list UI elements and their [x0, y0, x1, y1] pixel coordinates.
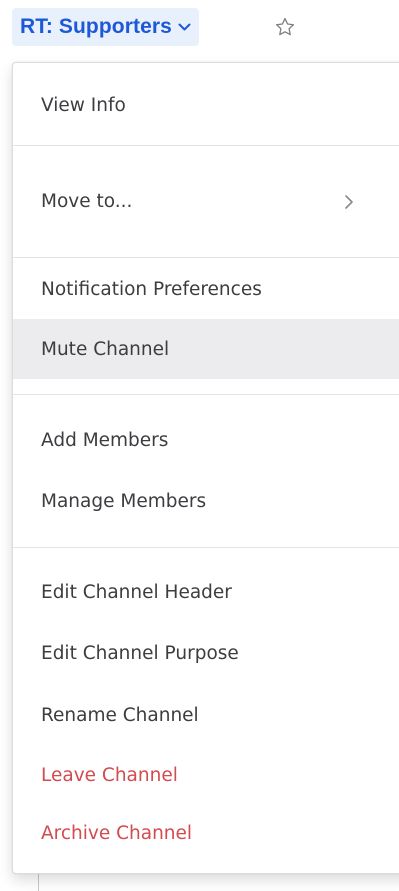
chevron-down-icon: [178, 23, 191, 31]
chevron-right-icon: [343, 193, 355, 211]
menu-item-add-members[interactable]: Add Members: [13, 410, 399, 470]
menu-item-label: Edit Channel Purpose: [41, 642, 239, 664]
menu-divider: [13, 145, 399, 146]
channel-name: RT: Supporters: [20, 15, 172, 38]
menu-item-label: Move to...: [41, 190, 133, 212]
menu-item-label: Leave Channel: [41, 764, 178, 786]
menu-divider: [13, 257, 399, 258]
star-icon[interactable]: [274, 16, 296, 38]
menu-divider: [13, 394, 399, 395]
menu-item-label: Edit Channel Header: [41, 581, 232, 603]
menu-item-mute-channel[interactable]: Mute Channel: [13, 319, 399, 379]
menu-item-label: Mute Channel: [41, 338, 170, 360]
channel-header: RT: Supporters: [0, 0, 399, 58]
channel-menu: View Info Move to... Notification Prefer…: [12, 62, 399, 874]
menu-item-view-info[interactable]: View Info: [13, 75, 399, 135]
menu-item-label: Add Members: [41, 429, 169, 451]
menu-item-edit-channel-purpose[interactable]: Edit Channel Purpose: [13, 623, 399, 683]
menu-item-label: Manage Members: [41, 490, 207, 512]
menu-item-notification-preferences[interactable]: Notification Preferences: [13, 259, 399, 319]
menu-item-edit-channel-header[interactable]: Edit Channel Header: [13, 562, 399, 622]
menu-item-label: Rename Channel: [41, 704, 199, 726]
menu-item-move-to[interactable]: Move to...: [13, 171, 399, 231]
channel-name-button[interactable]: RT: Supporters: [12, 8, 199, 46]
menu-item-label: View Info: [41, 94, 126, 116]
menu-divider: [13, 547, 399, 548]
menu-item-rename-channel[interactable]: Rename Channel: [13, 685, 399, 745]
menu-item-label: Archive Channel: [41, 822, 193, 844]
menu-item-leave-channel[interactable]: Leave Channel: [13, 745, 399, 805]
menu-item-label: Notification Preferences: [41, 278, 262, 300]
menu-item-manage-members[interactable]: Manage Members: [13, 471, 399, 531]
menu-item-archive-channel[interactable]: Archive Channel: [13, 803, 399, 863]
